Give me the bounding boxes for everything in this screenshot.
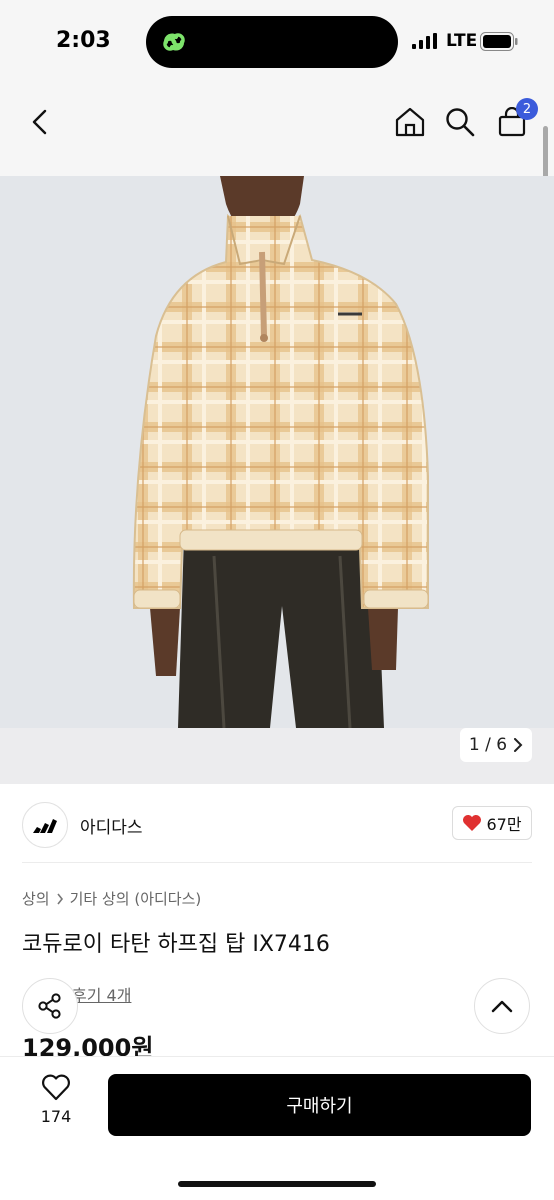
- buy-button[interactable]: 구매하기: [108, 1074, 531, 1136]
- brand-like-count: 67만: [486, 815, 522, 834]
- heart-icon: [463, 815, 482, 831]
- brand-logo[interactable]: [22, 802, 68, 848]
- brand-row[interactable]: 아디다스 67만: [22, 800, 532, 848]
- cart-button[interactable]: 2: [490, 98, 538, 144]
- bottom-action-bar: 174 구매하기: [0, 1056, 554, 1200]
- dynamic-island: [146, 16, 398, 68]
- breadcrumb-category[interactable]: 상의: [22, 888, 50, 909]
- home-icon: [395, 107, 425, 137]
- breadcrumb-subcategory[interactable]: 기타 상의 (아디다스): [70, 888, 202, 909]
- breadcrumb: 상의 기타 상의 (아디다스): [22, 888, 201, 909]
- cart-count-badge: 2: [516, 98, 538, 120]
- image-counter[interactable]: 1 / 6: [460, 728, 532, 762]
- review-link[interactable]: 후기 4개: [72, 982, 131, 1006]
- scroll-top-button[interactable]: [474, 978, 530, 1034]
- product-title: 코듀로이 타탄 하프집 탑 IX7416: [22, 932, 330, 957]
- back-button[interactable]: [18, 100, 62, 144]
- adidas-logo-icon: [33, 819, 57, 833]
- image-counter-text: 1 / 6: [468, 735, 508, 755]
- signal-icon: [412, 33, 437, 49]
- status-bar: 2:03 LTE: [0, 0, 554, 84]
- back-icon: [32, 109, 47, 135]
- search-icon: [446, 108, 475, 137]
- chevron-up-icon: [491, 1000, 513, 1013]
- heart-outline-icon: [42, 1074, 70, 1101]
- search-button[interactable]: [438, 100, 482, 144]
- share-icon: [38, 993, 61, 1019]
- product-photo: [132, 176, 429, 728]
- chevron-right-icon: [514, 738, 523, 752]
- link-app-icon: [157, 25, 191, 59]
- product-image[interactable]: [0, 176, 554, 784]
- navigation-bar: 2: [0, 84, 554, 176]
- brand-like-button[interactable]: 67만: [452, 806, 532, 840]
- status-time: 2:03: [56, 28, 111, 53]
- home-button[interactable]: [388, 100, 432, 144]
- battery-icon: [480, 32, 518, 51]
- brand-name[interactable]: 아디다스: [80, 813, 143, 838]
- divider: [22, 862, 532, 863]
- carrier-label: LTE: [446, 31, 478, 51]
- home-indicator[interactable]: [178, 1181, 376, 1187]
- share-button[interactable]: [22, 978, 78, 1034]
- wish-count: 174: [40, 1107, 72, 1126]
- wish-button[interactable]: 174: [26, 1073, 86, 1137]
- chevron-right-icon: [56, 893, 63, 904]
